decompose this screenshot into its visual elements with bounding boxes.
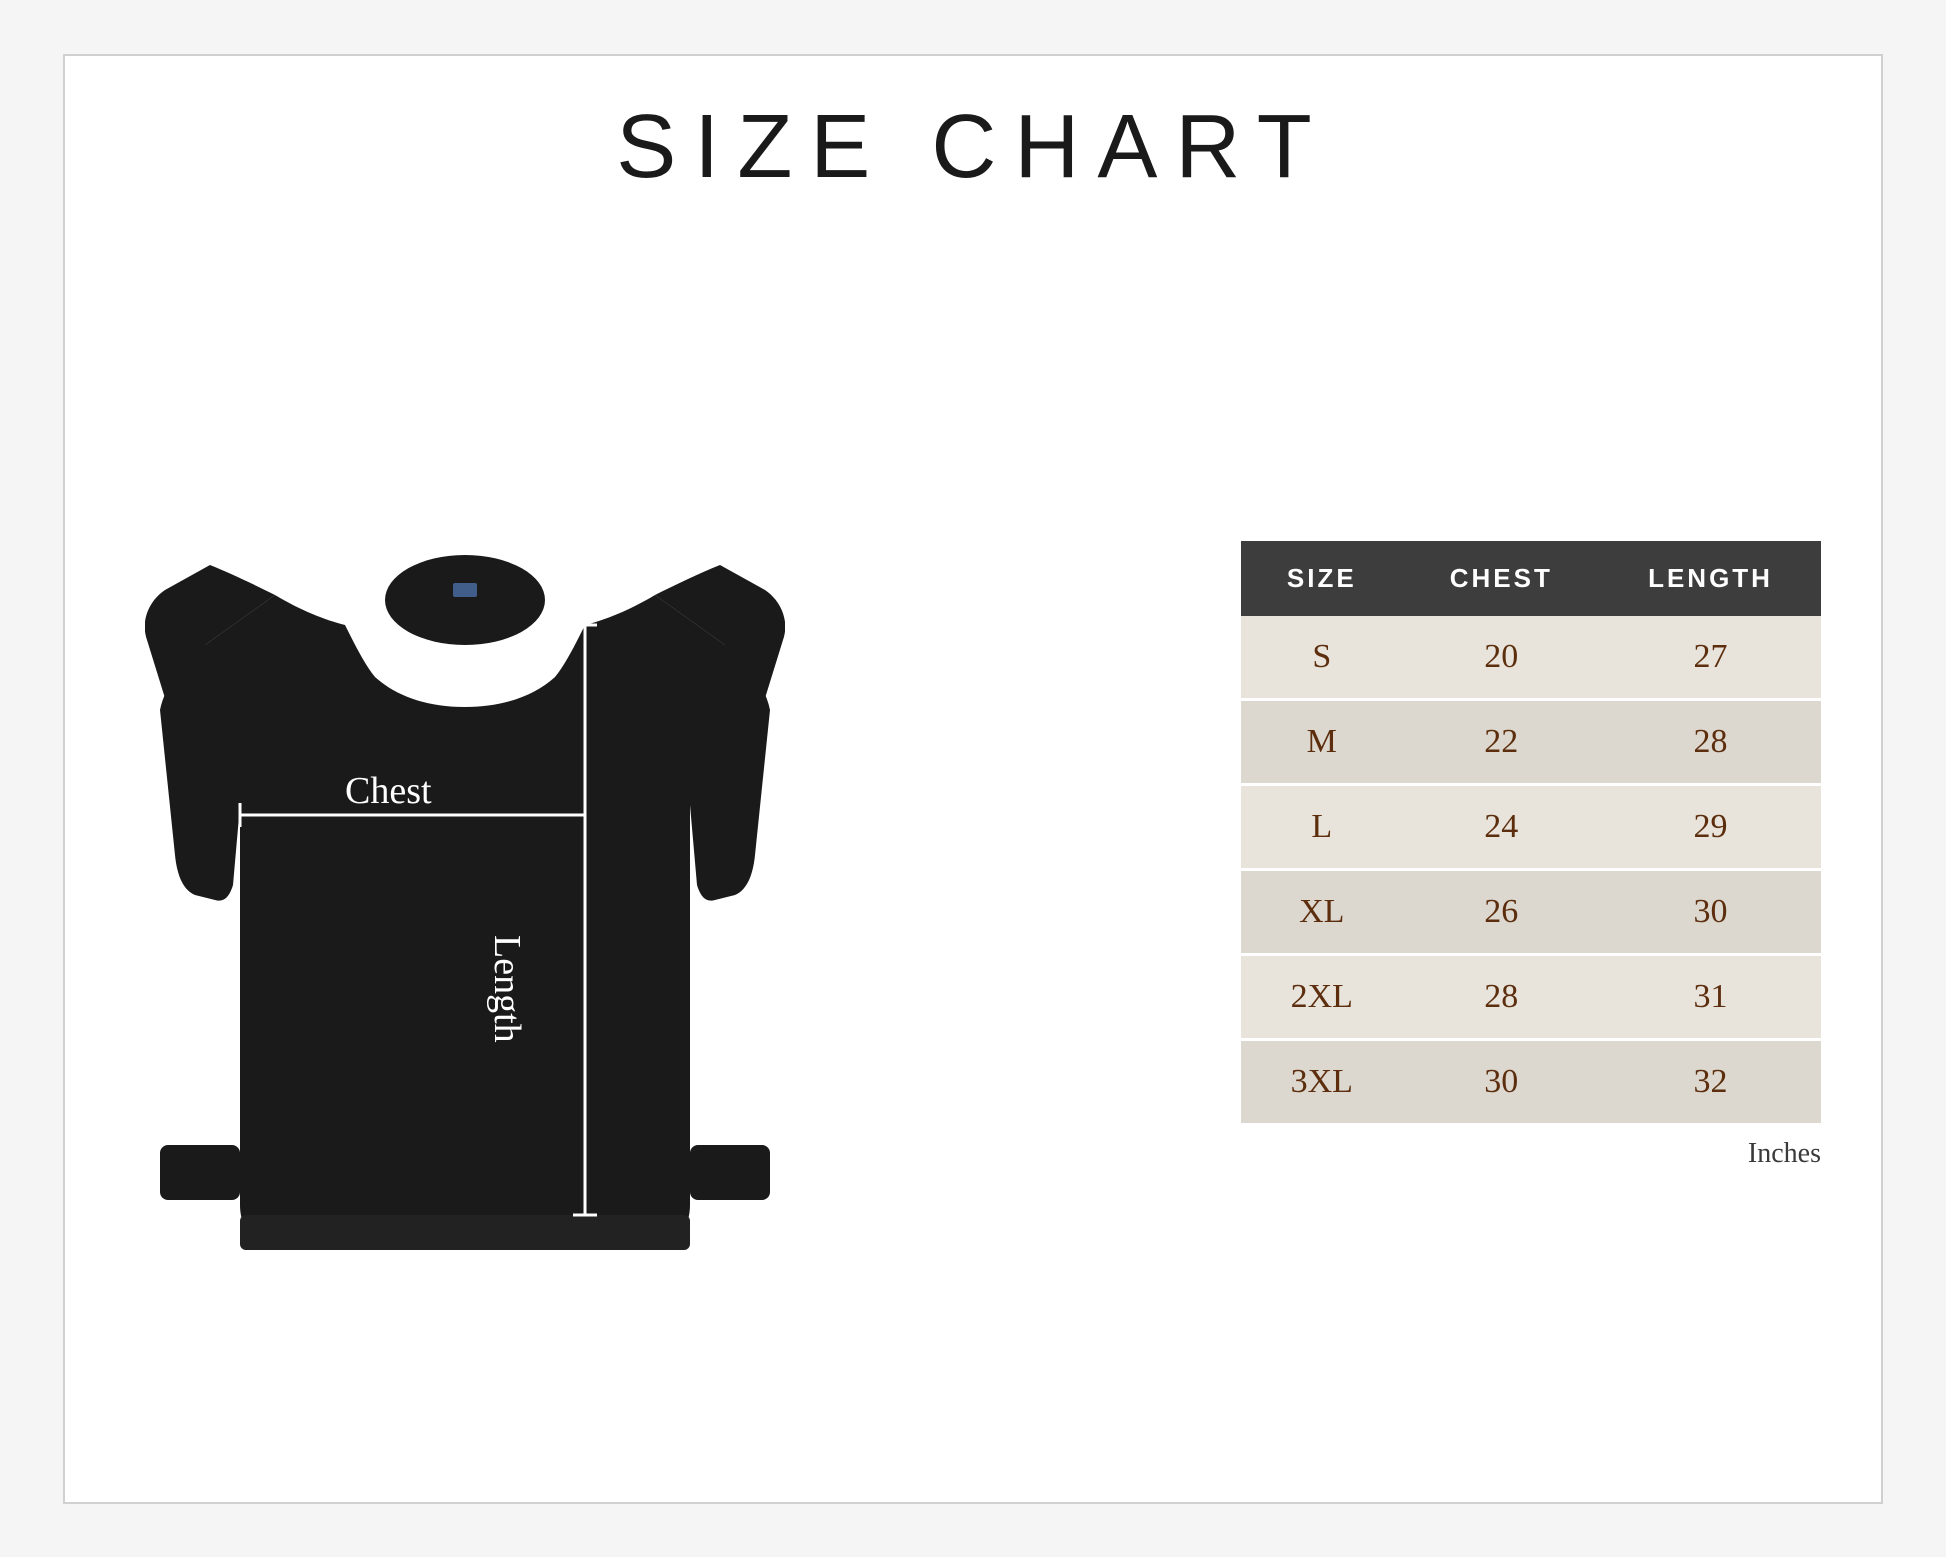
size-table-container: SIZE CHEST LENGTH S2027M2228L2429XL26302… [885, 541, 1821, 1170]
cell-size: XL [1241, 869, 1403, 954]
cell-size: L [1241, 784, 1403, 869]
table-row: S2027 [1241, 616, 1821, 700]
cell-length: 32 [1600, 1039, 1821, 1124]
cell-chest: 20 [1403, 616, 1600, 700]
table-row: M2228 [1241, 699, 1821, 784]
size-table: SIZE CHEST LENGTH S2027M2228L2429XL26302… [1241, 541, 1821, 1126]
sweatshirt-svg: Chest Length [145, 425, 785, 1285]
table-header-row: SIZE CHEST LENGTH [1241, 541, 1821, 616]
table-row: 3XL3032 [1241, 1039, 1821, 1124]
cell-chest: 30 [1403, 1039, 1600, 1124]
content-area: Chest Length SIZE CHEST [125, 249, 1821, 1462]
cell-chest: 26 [1403, 869, 1600, 954]
cell-length: 30 [1600, 869, 1821, 954]
sweatshirt-diagram: Chest Length [125, 405, 805, 1305]
cell-length: 27 [1600, 616, 1821, 700]
cell-size: M [1241, 699, 1403, 784]
cell-chest: 24 [1403, 784, 1600, 869]
units-label: Inches [1241, 1138, 1821, 1170]
page-title: SIZE CHART [616, 96, 1329, 199]
header-size: SIZE [1241, 541, 1403, 616]
cell-size: 2XL [1241, 954, 1403, 1039]
header-length: LENGTH [1600, 541, 1821, 616]
card: SIZE CHART [63, 54, 1883, 1504]
cell-length: 31 [1600, 954, 1821, 1039]
table-row: 2XL2831 [1241, 954, 1821, 1039]
cell-length: 28 [1600, 699, 1821, 784]
header-chest: CHEST [1403, 541, 1600, 616]
svg-text:Length: Length [486, 935, 528, 1043]
cell-length: 29 [1600, 784, 1821, 869]
table-row: L2429 [1241, 784, 1821, 869]
page-container: SIZE CHART [0, 0, 1946, 1557]
cell-chest: 28 [1403, 954, 1600, 1039]
table-row: XL2630 [1241, 869, 1821, 954]
cell-size: 3XL [1241, 1039, 1403, 1124]
svg-text:Chest: Chest [345, 770, 432, 812]
cell-chest: 22 [1403, 699, 1600, 784]
cell-size: S [1241, 616, 1403, 700]
